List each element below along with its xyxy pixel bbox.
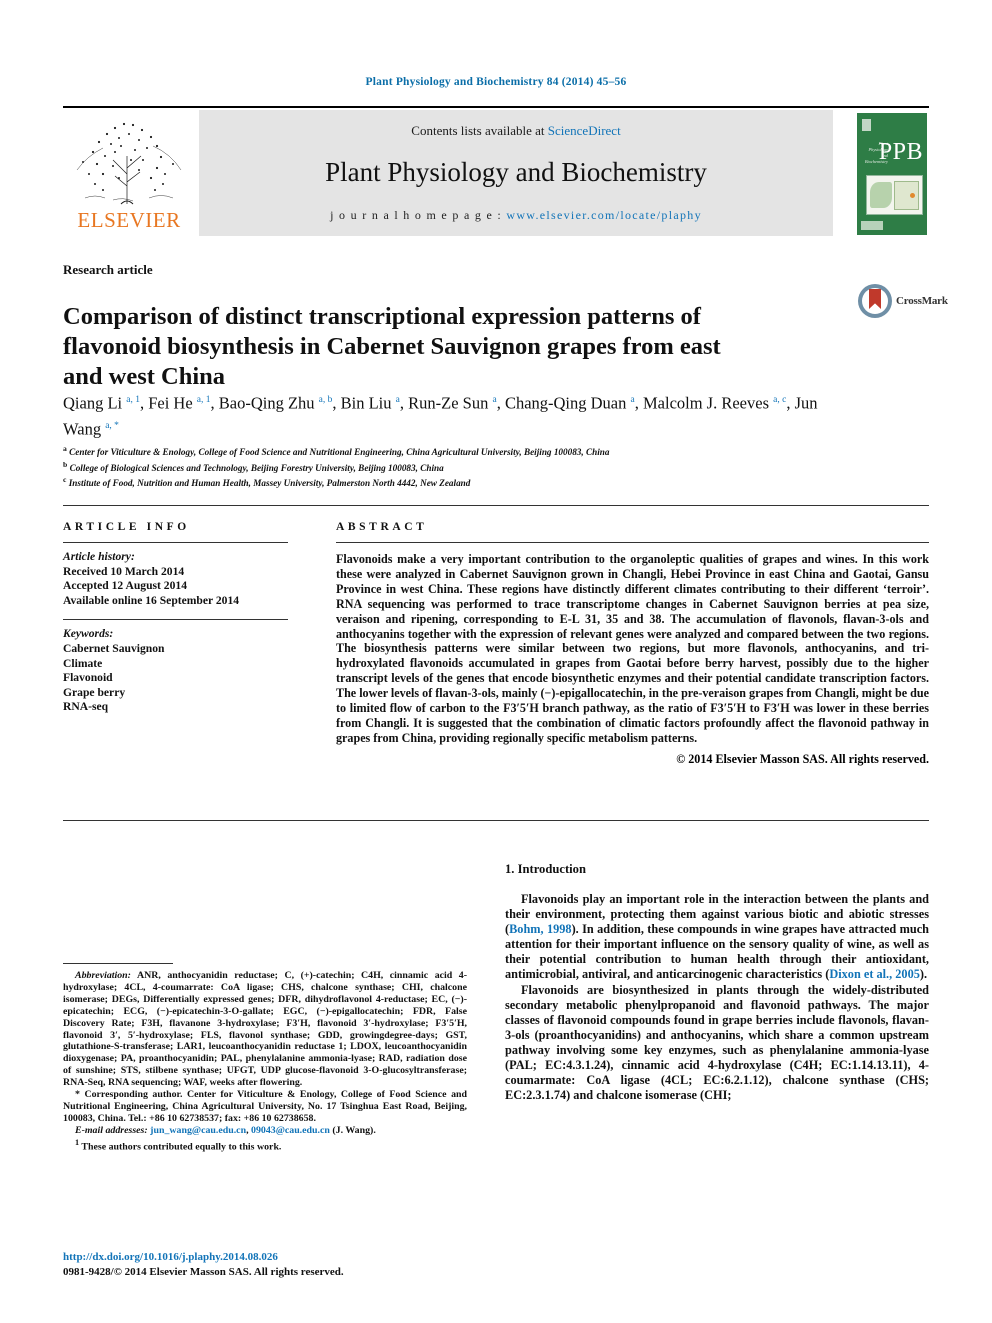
- abstract-bottom-rule: [63, 820, 929, 821]
- issn-copyright-line: 0981-9428/© 2014 Elsevier Masson SAS. Al…: [63, 1266, 344, 1278]
- citation-bohm-1998[interactable]: Bohm, 1998: [509, 922, 571, 936]
- affiliation-list: a Center for Viticulture & Enology, Coll…: [63, 443, 873, 490]
- abbreviations-label: Abbreviation:: [75, 970, 131, 981]
- citation-dixon-2005[interactable]: Dixon et al., 2005: [829, 967, 920, 981]
- cover-diagram-leaf: [870, 182, 892, 208]
- cover-bottom-emblem: [861, 221, 883, 230]
- abstract-text: Flavonoids make a very important contrib…: [336, 552, 929, 745]
- abstract-copyright: © 2014 Elsevier Masson SAS. All rights r…: [676, 751, 929, 766]
- article-type-label: Research article: [63, 262, 153, 277]
- journal-cover-thumbnail: Plant Physiology and Biochemistry PPB: [853, 110, 931, 238]
- abstract-rule: [336, 542, 929, 543]
- page-title: Comparison of distinct transcriptional e…: [63, 303, 721, 391]
- keyword-item: Cabernet Sauvignon: [63, 641, 165, 655]
- keyword-item: Climate: [63, 656, 103, 670]
- introduction-paragraph-2: Flavonoids are biosynthesized in plants …: [505, 982, 929, 1103]
- footnote-block: Abbreviation: ANR, anthocyanidin reducta…: [63, 970, 467, 1153]
- cover-initials: PPB: [878, 139, 923, 165]
- email-link-primary[interactable]: jun_wang@cau.edu.cn: [150, 1125, 246, 1136]
- keyword-item: Flavonoid: [63, 671, 113, 685]
- cover-diagram-marker: [910, 193, 915, 198]
- journal-banner: ELSEVIER Contents lists available at Sci…: [63, 110, 931, 238]
- journal-homepage-line: j o u r n a l h o m e p a g e : www.else…: [199, 208, 833, 223]
- abbreviations-note: Abbreviation: ANR, anthocyanidin reducta…: [63, 970, 467, 1089]
- info-abstract-top-rule: [63, 505, 929, 506]
- corresponding-text: Corresponding author. Center for Viticul…: [63, 1089, 467, 1124]
- keywords-label: Keywords:: [63, 627, 114, 641]
- journal-title: Plant Physiology and Biochemistry: [325, 157, 707, 187]
- contents-available-line: Contents lists available at ScienceDirec…: [199, 123, 833, 139]
- affiliation-item: b College of Biological Sciences and Tec…: [63, 459, 444, 473]
- email-link-secondary[interactable]: 09043@cau.edu.cn: [251, 1125, 330, 1136]
- article-history-label: Article history:: [63, 550, 135, 563]
- journal-cover-art: Plant Physiology and Biochemistry PPB: [857, 113, 927, 235]
- corresponding-author-note: * Corresponding author. Center for Vitic…: [63, 1089, 467, 1125]
- affiliation-item: c Institute of Food, Nutrition and Human…: [63, 475, 471, 489]
- cover-top-emblem: [862, 119, 871, 131]
- banner-top-rule: [63, 106, 929, 108]
- abstract-column: ABSTRACT Flavonoids make a very importan…: [336, 521, 929, 767]
- history-item: Available online 16 September 2014: [63, 593, 240, 607]
- cover-diagram: [866, 175, 923, 215]
- homepage-url-link[interactable]: www.elsevier.com/locate/plaphy: [506, 208, 702, 222]
- elsevier-wordmark: ELSEVIER: [77, 208, 181, 232]
- email-suffix: (J. Wang).: [329, 1124, 376, 1136]
- intro-p1-part-c: ).: [919, 967, 928, 982]
- homepage-prefix: j o u r n a l h o m e p a g e :: [330, 208, 507, 222]
- crossmark-icon: [858, 284, 892, 318]
- article-info-column: ARTICLE INFO Article history: Received 1…: [63, 521, 288, 715]
- sciencedirect-link[interactable]: ScienceDirect: [548, 123, 621, 138]
- introduction-heading: 1. Introduction: [505, 862, 586, 876]
- article-info-separator: [63, 619, 288, 621]
- paper-page: Plant Physiology and Biochemistry 84 (20…: [0, 0, 992, 1323]
- footnote-rule: [63, 963, 173, 964]
- affiliation-item: a Center for Viticulture & Enology, Coll…: [63, 444, 610, 458]
- crossmark-label: CrossMark: [896, 295, 948, 307]
- keywords-block: Keywords: Cabernet Sauvignon Climate Fla…: [63, 627, 288, 715]
- article-history-block: Article history: Received 10 March 2014 …: [63, 550, 288, 608]
- abbreviations-text: ANR, anthocyanidin reductase; C, (+)-cat…: [63, 970, 467, 1089]
- abstract-heading: ABSTRACT: [336, 521, 428, 533]
- history-item: Accepted 12 August 2014: [63, 579, 187, 593]
- contents-prefix: Contents lists available at: [411, 123, 548, 138]
- elsevier-tree-icon: [76, 122, 182, 205]
- article-info-rule: [63, 542, 288, 543]
- doi-link[interactable]: http://dx.doi.org/10.1016/j.plaphy.2014.…: [63, 1251, 278, 1263]
- email-note: E-mail addresses: jun_wang@cau.edu.cn, 0…: [75, 1124, 376, 1136]
- author-list: Qiang Li a, 1, Fei He a, 1, Bao-Qing Zhu…: [63, 393, 818, 439]
- email-label: E-mail addresses:: [75, 1124, 148, 1136]
- elsevier-logo: ELSEVIER: [63, 110, 195, 236]
- cover-diagram-panel: [894, 181, 919, 210]
- crossmark-badge[interactable]: CrossMark: [858, 284, 948, 318]
- equal-contribution-note: 1 These authors contributed equally to t…: [63, 1137, 467, 1153]
- introduction-paragraph-1: Flavonoids play an important role in the…: [505, 892, 929, 983]
- keyword-item: Grape berry: [63, 685, 126, 699]
- running-head: Plant Physiology and Biochemistry 84 (20…: [365, 76, 627, 88]
- equal-contribution-text: These authors contributed equally to thi…: [79, 1140, 282, 1152]
- history-item: Received 10 March 2014: [63, 564, 185, 578]
- introduction-body: Flavonoids play an important role in the…: [505, 892, 929, 1103]
- banner-center-panel: Contents lists available at ScienceDirec…: [199, 110, 833, 236]
- keyword-item: RNA-seq: [63, 700, 109, 714]
- article-info-heading: ARTICLE INFO: [63, 521, 190, 533]
